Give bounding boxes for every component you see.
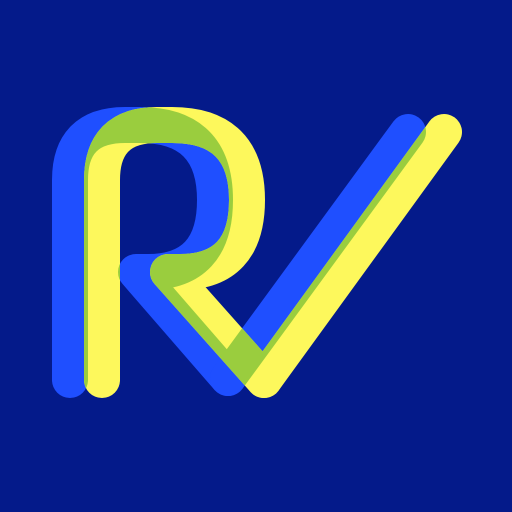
logo-canvas xyxy=(0,0,512,512)
rv-logo-icon xyxy=(52,107,462,398)
green-overlap-stroke xyxy=(246,114,462,398)
